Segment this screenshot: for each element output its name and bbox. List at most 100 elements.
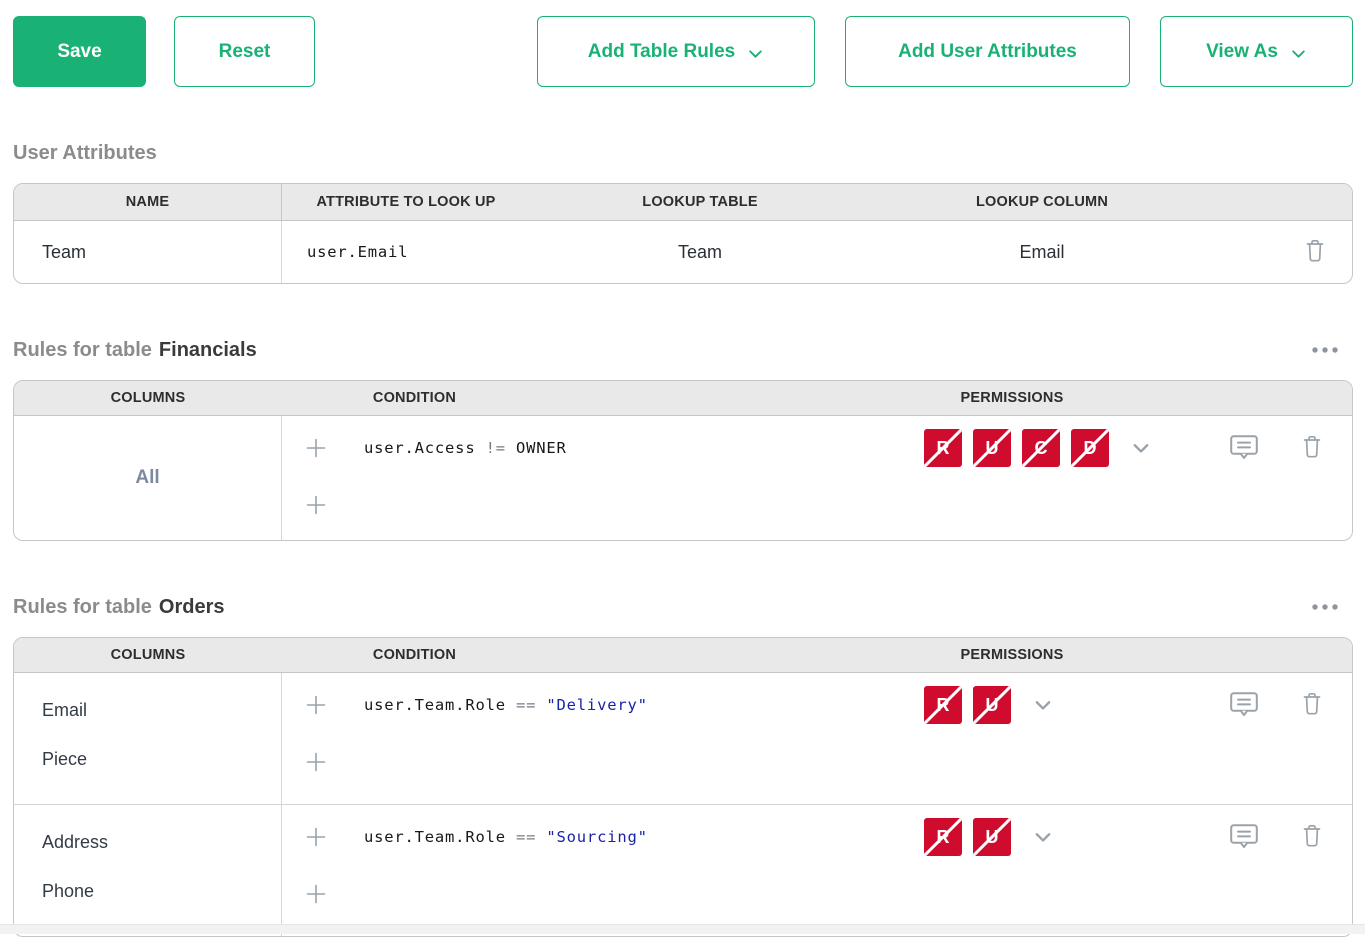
rules-table-financials: COLUMNSCONDITION PERMISSIONS All user.Acces… [13,380,1353,541]
attribute-name-cell: Team [14,221,282,283]
permission-denied-badge-u[interactable]: U [973,429,1011,467]
column-header-columns: COLUMNS [14,381,282,415]
view-as-button[interactable]: View As [1160,16,1353,87]
permission-denied-badge-d[interactable]: D [1071,429,1109,467]
plus-icon [306,827,326,847]
table-menu-button[interactable] [1307,599,1343,615]
plus-icon [306,884,326,904]
permission-denied-badge-r[interactable]: R [924,429,962,467]
condition-token: "Delivery" [546,696,647,714]
condition-line [306,486,910,524]
comment-icon [1230,692,1258,718]
user-attributes-heading: User Attributes [13,141,157,165]
rule-permissions-cell: RU [910,805,1162,936]
column-header-permissions: PERMISSIONS [862,381,1162,415]
permissions-editor-page: Save Reset Add Table Rules Add User Attr… [0,0,1365,937]
comment-icon [1230,435,1258,461]
add-condition-button[interactable] [306,743,326,781]
chevron-down-icon [1290,45,1307,62]
plus-icon [306,438,326,458]
rules-section-header: Rules for table Financials [13,338,1353,362]
rule-column-name: Email [42,696,281,724]
rules-section-financials: Rules for table Financials COLUMNSCONDITIO… [13,338,1353,541]
rules-table-header: COLUMNSCONDITION PERMISSIONS [14,381,1352,416]
permission-denied-badge-c[interactable]: C [1022,429,1060,467]
rule-columns-cell: All [14,416,282,540]
rule-row: Address Phone user.Team.Role == "Sourcing"… [14,804,1352,936]
ellipsis-icon [1311,603,1339,611]
condition-line: user.Team.Role == "Delivery" [306,686,910,724]
rule-row: Email Piece user.Team.Role == "Delivery" RU [14,673,1352,804]
condition-expression[interactable]: user.Team.Role == "Delivery" [364,696,648,714]
rule-condition-cell: user.Access != OWNER [282,416,910,540]
rule-columns-cell: Email Piece [14,673,282,804]
user-attributes-section: User Attributes NAME ATTRIBUTE TO LOOK U… [13,141,1353,284]
condition-expression[interactable]: user.Team.Role == "Sourcing" [364,828,648,846]
column-header-condition: CONDITION [282,638,547,672]
condition-expression[interactable]: user.Access != OWNER [364,439,567,457]
condition-token: == [516,828,536,846]
add-condition-button[interactable] [306,429,326,467]
column-header-columns: COLUMNS [14,638,282,672]
chevron-down-icon [1032,694,1054,716]
rule-column-name: Address [42,828,281,856]
condition-line: user.Team.Role == "Sourcing" [306,818,910,856]
rule-column-name: Piece [42,745,281,773]
user-attribute-row: Team user.Email Team Email [14,221,1352,283]
condition-line [306,875,910,913]
ellipsis-icon [1311,346,1339,354]
rules-section-orders: Rules for tableOrdersCOLUMNSCONDITIONPER… [13,595,1353,937]
horizontal-scrollbar[interactable] [0,924,1365,934]
add-user-attributes-button[interactable]: Add User Attributes [845,16,1130,87]
delete-rule-button[interactable] [1302,435,1322,459]
permission-denied-badge-r[interactable]: R [924,818,962,856]
rule-condition-cell: user.Team.Role == "Sourcing" [282,805,910,936]
add-condition-button[interactable] [306,486,326,524]
condition-token: "Sourcing" [546,828,647,846]
permissions-expand-button[interactable] [1030,818,1056,856]
rule-comment-button[interactable] [1230,692,1258,718]
plus-icon [306,752,326,772]
rules-heading-table-name: Financials [159,339,257,361]
permission-denied-badge-u[interactable]: U [973,686,1011,724]
user-attributes-table: NAME ATTRIBUTE TO LOOK UP LOOKUP TABLE L… [13,183,1353,284]
user-attributes-table-header: NAME ATTRIBUTE TO LOOK UP LOOKUP TABLE L… [14,184,1352,221]
add-condition-button[interactable] [306,686,326,724]
column-header-attribute: ATTRIBUTE TO LOOK UP [282,184,530,220]
add-table-rules-button[interactable]: Add Table Rules [537,16,815,87]
table-menu-button[interactable] [1307,342,1343,358]
rule-actions-cell [1162,805,1352,936]
rule-tables-container: Rules for tableFinancialsCOLUMNSCONDITIO… [13,338,1353,937]
header-spacer [1162,381,1352,415]
delete-attribute-button[interactable] [1305,239,1325,266]
rule-row: All user.Access != OWNER RUCD [14,416,1352,540]
trash-icon [1305,239,1325,266]
trash-icon [1302,824,1322,848]
permission-denied-badge-u[interactable]: U [973,818,1011,856]
column-header-condition: CONDITION [282,381,547,415]
condition-token: != [486,439,506,457]
permission-denied-badge-r[interactable]: R [924,686,962,724]
chevron-down-icon [1130,437,1152,459]
delete-rule-button[interactable] [1302,692,1322,716]
save-button[interactable]: Save [13,16,146,87]
rules-heading-prefix: Rules for table [13,596,152,618]
header-spacer [547,381,862,415]
permissions-expand-button[interactable] [1128,429,1154,467]
add-condition-button[interactable] [306,818,326,856]
add-condition-button[interactable] [306,875,326,913]
rule-comment-button[interactable] [1230,435,1258,461]
rules-heading-prefix: Rules for table [13,339,152,361]
condition-token: OWNER [516,439,567,457]
rules-table-header: COLUMNSCONDITIONPERMISSIONS [14,638,1352,673]
reset-button[interactable]: Reset [174,16,315,87]
condition-token: user.Team.Role [364,828,506,846]
rule-column-name: Phone [42,877,281,905]
lookup-table-cell: Team [530,221,870,283]
delete-rule-button[interactable] [1302,824,1322,848]
trash-icon [1302,692,1322,716]
rule-comment-button[interactable] [1230,824,1258,850]
permissions-expand-button[interactable] [1030,686,1056,724]
column-header-lookup-table: LOOKUP TABLE [530,184,870,220]
plus-icon [306,495,326,515]
